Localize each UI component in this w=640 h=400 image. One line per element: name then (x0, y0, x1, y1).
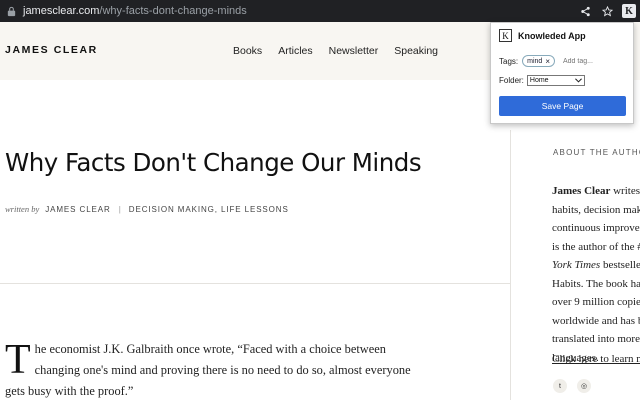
nav-books[interactable]: Books (233, 45, 262, 57)
social-links: t ◎ (553, 379, 591, 393)
folder-value: Home (529, 77, 549, 84)
folder-select[interactable]: Home (526, 75, 585, 86)
url-host: jamesclear.com (23, 5, 100, 17)
tags-row: Tags: mind × (499, 55, 613, 67)
star-icon[interactable] (596, 0, 618, 22)
about-line: Habits. The book has (552, 277, 640, 290)
about-line: is the author of the #1 (552, 240, 640, 253)
book-publication: York Times (552, 259, 601, 271)
browser-toolbar: jamesclear.com/why-facts-dont-change-min… (0, 0, 640, 22)
lock-icon (7, 6, 16, 16)
extension-icon[interactable]: K (618, 0, 640, 22)
site-logo[interactable]: JAMES CLEAR (5, 44, 98, 56)
nav-articles[interactable]: Articles (278, 45, 312, 57)
instagram-icon[interactable]: ◎ (577, 379, 591, 393)
main-nav: Books Articles Newsletter Speaking (233, 45, 438, 57)
article-paragraph: he economist J.K. Galbraith once wrote, … (5, 342, 411, 398)
author-name: James Clear (552, 185, 611, 197)
about-author-heading: ABOUT THE AUTHOR (553, 148, 640, 157)
about-author-text: James Clear writes ab habits, decision m… (552, 182, 640, 367)
tags-label: Tags: (499, 56, 519, 66)
remove-tag-icon[interactable]: × (545, 57, 550, 66)
category-links[interactable]: DECISION MAKING, LIFE LESSONS (129, 205, 289, 214)
tag-label: mind (527, 57, 543, 65)
article-meta: written by JAMES CLEAR | DECISION MAKING… (5, 204, 289, 214)
sidebar-divider (510, 130, 511, 400)
app-logo-icon: K (499, 29, 512, 42)
save-page-button[interactable]: Save Page (499, 96, 626, 116)
author-link[interactable]: JAMES CLEAR (45, 205, 110, 214)
folder-row: Folder: Home (499, 75, 585, 86)
nav-newsletter[interactable]: Newsletter (329, 45, 379, 57)
folder-label: Folder: (499, 76, 524, 85)
about-line: worldwide and has be (552, 314, 640, 327)
tag-chip: mind × (522, 55, 555, 67)
learn-more-link[interactable]: Click here to learn m (552, 353, 640, 365)
nav-speaking[interactable]: Speaking (394, 45, 438, 57)
article-body: The economist J.K. Galbraith once wrote,… (5, 339, 425, 400)
content-divider (0, 283, 510, 284)
url-path: /why-facts-dont-change-minds (99, 5, 247, 17)
add-tag-input[interactable] (562, 57, 613, 65)
article-title: Why Facts Don't Change Our Minds (5, 148, 422, 177)
about-line: bestseller, (602, 259, 640, 271)
popup-title: Knowleded App (518, 30, 586, 41)
extension-letter: K (622, 4, 636, 18)
chevron-down-icon (574, 78, 582, 83)
share-icon[interactable] (574, 0, 596, 22)
popup-header: K Knowleded App (499, 29, 586, 42)
meta-separator: | (118, 204, 121, 214)
drop-cap: T (5, 337, 31, 383)
about-line: over 9 million copies (552, 296, 640, 308)
about-line: writes ab (613, 185, 640, 197)
written-by-label: written by (5, 204, 40, 214)
address-bar[interactable]: jamesclear.com/why-facts-dont-change-min… (0, 0, 247, 22)
about-line: habits, decision makin (552, 203, 640, 216)
about-line: translated into more t (552, 333, 640, 345)
about-line: continuous improvem (552, 222, 640, 234)
extension-popup: K Knowleded App Tags: mind × Folder: Hom… (490, 22, 634, 124)
twitter-icon[interactable]: t (553, 379, 567, 393)
